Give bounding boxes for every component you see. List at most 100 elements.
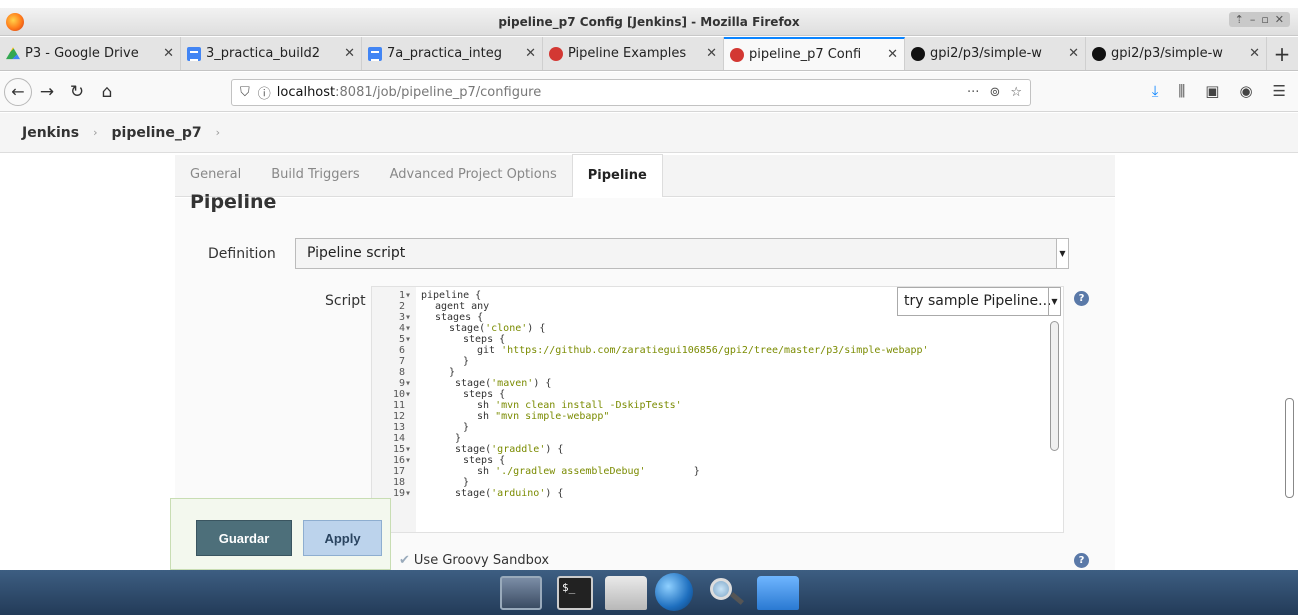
tab-close-icon[interactable]: ✕ [344,46,355,61]
code-string: 'clone' [485,323,528,334]
code-string: 'https://github.com/zaratiegui106856/gpi… [501,345,929,356]
forward-button[interactable]: → [32,82,62,102]
code-line[interactable]: 2 agent any [372,301,489,312]
browser-tab[interactable]: Pipeline Examples ✕ [543,37,724,70]
tab-label: Pipeline Examples [568,46,687,61]
code-line[interactable]: 7} [372,356,469,367]
browser-tab[interactable]: gpi2/p3/simple-w ✕ [1086,37,1267,70]
code-line[interactable]: 4▾ stage('clone') { [372,323,545,334]
sidebar-icon[interactable]: ▣ [1205,82,1219,100]
fold-toggle-icon[interactable]: ▾ [405,323,416,334]
window-maximize-icon[interactable]: ▫ [1261,13,1268,26]
menu-icon[interactable]: ☰ [1273,82,1286,100]
shield-icon[interactable]: ⛉ [240,85,250,100]
code-line[interactable]: 17 sh './gradlew assembleDebug' } [372,466,700,477]
code-line[interactable]: 12 sh "mvn simple-webapp" [372,411,610,422]
tab-close-icon[interactable]: ✕ [525,46,536,61]
code-line[interactable]: 18} [372,477,469,488]
definition-select[interactable]: Pipeline script ▼ [295,238,1069,269]
tab-pipeline[interactable]: Pipeline [571,154,663,197]
browser-tab[interactable]: 3_practica_build2 ✕ [181,37,362,70]
help-icon[interactable]: ? [1074,553,1089,568]
breadcrumb-job[interactable]: pipeline_p7 [112,125,202,141]
fold-toggle-icon[interactable]: ▾ [405,334,416,345]
library-icon[interactable]: ⫼ [1178,82,1185,100]
apply-button[interactable]: Apply [303,520,382,556]
fold-toggle-icon[interactable]: ▾ [405,389,416,400]
code-line[interactable]: 6 git 'https://github.com/zaratiegui10685… [372,345,929,356]
browser-tab[interactable]: P3 - Google Drive ✕ [0,37,181,70]
download-icon[interactable]: ⤓ [1152,82,1159,100]
fold-toggle-icon[interactable]: ▾ [405,455,416,466]
url-bar[interactable]: ⛉ ⓘ localhost :8081/job/pipeline_p7/conf… [231,79,1031,106]
window-up-icon[interactable]: ⇡ [1235,13,1244,26]
code-line[interactable]: 1▾ pipeline { [372,290,481,301]
info-icon[interactable]: ⓘ [258,83,271,102]
browser-tab-active[interactable]: pipeline_p7 Confi ✕ [724,37,905,70]
code-line[interactable]: 8} [372,367,455,378]
sample-pipeline-select[interactable]: try sample Pipeline... ▼ [897,287,1061,316]
search-app-icon[interactable] [706,576,748,610]
code-line[interactable]: 9▾ stage('maven') { [372,378,551,389]
file-manager-app-icon[interactable] [757,576,799,610]
page-actions-icon[interactable]: ··· [967,85,979,100]
tab-general[interactable]: General [175,154,256,196]
window-controls[interactable]: ⇡ – ▫ ✕ [1228,12,1290,27]
home-folder-app-icon[interactable] [605,576,647,610]
code-line[interactable]: 11 sh 'mvn clean install -DskipTests' [372,400,682,411]
code-line[interactable]: 16▾ steps { [372,455,505,466]
breadcrumb-separator-icon[interactable]: › [216,126,220,139]
code-line[interactable]: 13} [372,422,469,433]
github-icon [1092,46,1106,61]
line-number: 10 [392,389,405,400]
browser-tab[interactable]: gpi2/p3/simple-w ✕ [905,37,1086,70]
checkbox-checked-icon[interactable]: ✔ [399,553,410,568]
fold-toggle-icon[interactable]: ▾ [405,444,416,455]
back-button[interactable]: ← [4,77,32,106]
editor-scrollbar[interactable] [1050,321,1059,451]
breadcrumb-jenkins[interactable]: Jenkins [22,125,79,141]
new-tab-button[interactable]: + [1267,37,1297,70]
window-close-icon[interactable]: ✕ [1275,13,1284,26]
terminal-app-icon[interactable]: $_ [557,576,593,610]
code-string: 'graddle' [491,444,546,455]
tab-close-icon[interactable]: ✕ [1068,46,1079,61]
page-scrollbar[interactable] [1285,398,1294,498]
code-token: } [449,367,456,378]
window-title: pipeline_p7 Config [Jenkins] - Mozilla F… [498,14,800,29]
home-button[interactable]: ⌂ [92,82,122,102]
code-token: steps { [463,389,506,400]
tab-close-icon[interactable]: ✕ [163,46,174,61]
fold-toggle-icon[interactable]: ▾ [405,290,416,301]
script-editor[interactable]: 1▾ pipeline {2 agent any 3▾ stages {4▾ stage(… [371,286,1064,533]
code-line[interactable]: 3▾ stages { [372,312,483,323]
browser-tab[interactable]: 7a_practica_integ ✕ [362,37,543,70]
account-icon[interactable]: ◉ [1239,82,1252,100]
fold-toggle-icon[interactable]: ▾ [405,488,416,499]
dropdown-arrow-icon[interactable]: ▼ [1056,239,1068,268]
window-minimize-icon[interactable]: – [1250,13,1256,26]
code-line[interactable]: 15▾ stage('graddle') { [372,444,563,455]
web-browser-app-icon[interactable] [655,573,693,611]
tab-advanced-project-options[interactable]: Advanced Project Options [375,154,572,196]
breadcrumb-separator-icon[interactable]: › [93,126,97,139]
desktop-app-icon[interactable] [500,576,542,610]
reload-button[interactable]: ↻ [62,82,92,102]
pocket-icon[interactable]: ⊚ [989,85,1000,100]
tab-close-icon[interactable]: ✕ [887,47,898,62]
code-line[interactable]: 19▾ stage('arduino') { [372,488,563,499]
code-line[interactable]: 5▾ steps { [372,334,505,345]
tab-build-triggers[interactable]: Build Triggers [256,154,374,196]
tab-close-icon[interactable]: ✕ [1249,46,1260,61]
code-line[interactable]: 14 } [372,433,461,444]
dropdown-arrow-icon[interactable]: ▼ [1048,288,1060,315]
bookmark-star-icon[interactable]: ☆ [1010,85,1022,100]
help-icon[interactable]: ? [1074,291,1089,306]
code-text: steps { [416,334,505,345]
tab-close-icon[interactable]: ✕ [706,46,717,61]
save-button[interactable]: Guardar [196,520,292,556]
code-line[interactable]: 10▾ steps { [372,389,505,400]
groovy-sandbox-option[interactable]: ✔ Use Groovy Sandbox [399,553,549,568]
fold-toggle-icon[interactable]: ▾ [405,312,416,323]
fold-toggle-icon[interactable]: ▾ [405,378,416,389]
